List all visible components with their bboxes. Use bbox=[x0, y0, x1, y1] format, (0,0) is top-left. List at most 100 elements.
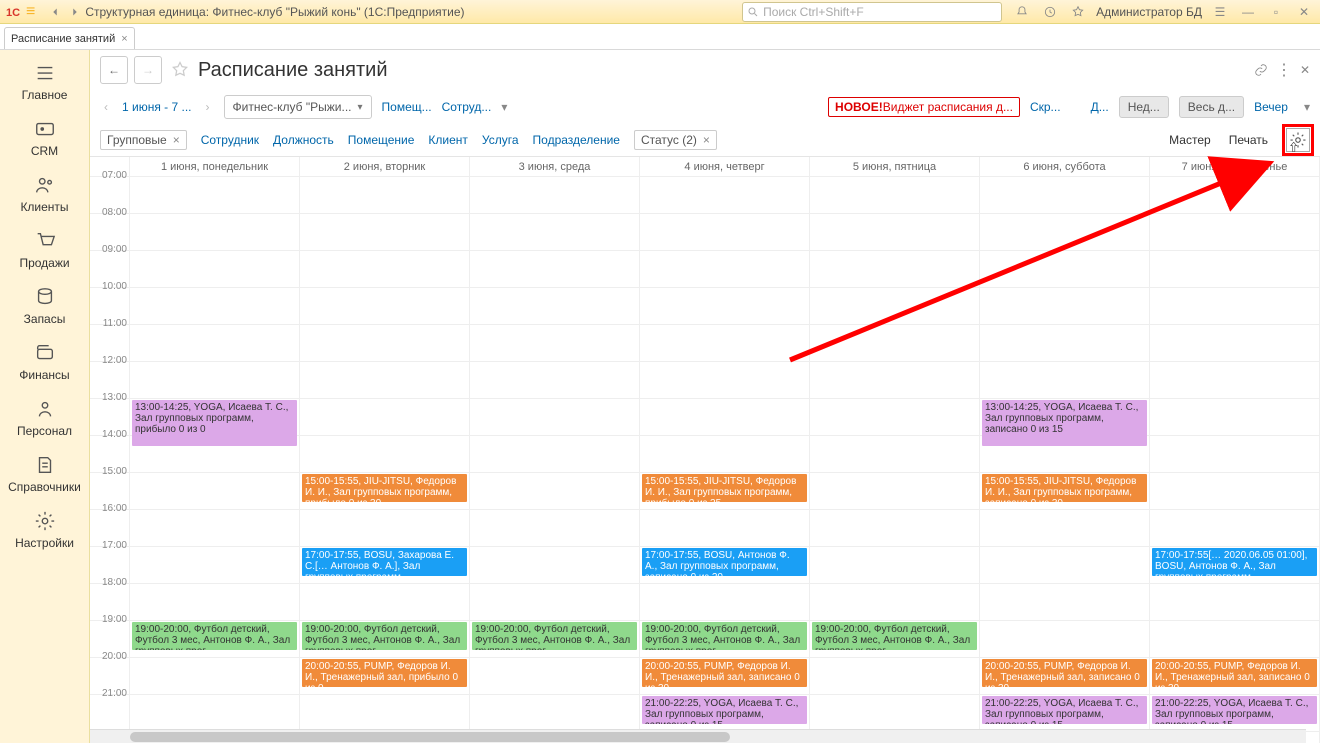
hour-cell[interactable] bbox=[300, 325, 469, 362]
calendar-event[interactable]: 15:00-15:55, JIU-JITSU, Федоров И. И., З… bbox=[642, 474, 807, 502]
hour-cell[interactable] bbox=[300, 584, 469, 621]
filter-link-5[interactable]: Подразделение bbox=[533, 133, 620, 147]
global-search-input[interactable]: Поиск Ctrl+Shift+F bbox=[742, 2, 1002, 22]
club-select[interactable]: Фитнес-клуб "Рыжи... bbox=[224, 95, 372, 119]
hour-cell[interactable] bbox=[810, 473, 979, 510]
date-range-link[interactable]: 1 июня - 7 ... bbox=[122, 100, 192, 114]
hour-cell[interactable] bbox=[300, 177, 469, 214]
hour-cell[interactable] bbox=[980, 325, 1149, 362]
hour-cell[interactable] bbox=[980, 547, 1149, 584]
sidebar-item-main[interactable]: Главное bbox=[0, 56, 89, 112]
hour-cell[interactable] bbox=[810, 177, 979, 214]
back-icon[interactable] bbox=[45, 2, 65, 22]
hour-cell[interactable] bbox=[810, 288, 979, 325]
hour-cell[interactable] bbox=[980, 510, 1149, 547]
hour-cell[interactable] bbox=[810, 584, 979, 621]
calendar-event[interactable]: 20:00-20:55, PUMP, Федоров И. И., Тренаж… bbox=[982, 659, 1147, 687]
master-link[interactable]: Мастер bbox=[1169, 133, 1211, 147]
sidebar-item-refs[interactable]: Справочники bbox=[0, 448, 89, 504]
hour-cell[interactable] bbox=[810, 399, 979, 436]
hour-cell[interactable] bbox=[1150, 584, 1319, 621]
calendar-event[interactable]: 19:00-20:00, Футбол детский, Футбол 3 ме… bbox=[302, 622, 467, 650]
date-next-icon[interactable]: › bbox=[202, 100, 214, 114]
calendar-event[interactable]: 15:00-15:55, JIU-JITSU, Федоров И. И., З… bbox=[302, 474, 467, 502]
hide-link[interactable]: Скр... bbox=[1030, 100, 1061, 114]
sidebar-item-clients[interactable]: Клиенты bbox=[0, 168, 89, 224]
week-button[interactable]: Нед... bbox=[1119, 96, 1169, 118]
calendar-event[interactable]: 20:00-20:55, PUMP, Федоров И. И., Тренаж… bbox=[302, 659, 467, 687]
hour-cell[interactable] bbox=[640, 214, 809, 251]
hour-cell[interactable] bbox=[810, 214, 979, 251]
hour-cell[interactable] bbox=[470, 547, 639, 584]
hour-cell[interactable] bbox=[640, 510, 809, 547]
hour-cell[interactable] bbox=[300, 695, 469, 732]
calendar-event[interactable]: 20:00-20:55, PUMP, Федоров И. И., Тренаж… bbox=[642, 659, 807, 687]
sidebar-item-settings[interactable]: Настройки bbox=[0, 504, 89, 560]
new-widget-badge[interactable]: НОВОЕ! Виджет расписания д... bbox=[828, 97, 1020, 117]
hour-cell[interactable] bbox=[300, 510, 469, 547]
hour-cell[interactable] bbox=[980, 177, 1149, 214]
hour-cell[interactable] bbox=[1150, 214, 1319, 251]
nav-forward-button[interactable]: → bbox=[134, 56, 162, 84]
hour-cell[interactable] bbox=[980, 621, 1149, 658]
sidebar-item-finance[interactable]: Финансы bbox=[0, 336, 89, 392]
user-label[interactable]: Администратор БД bbox=[1096, 5, 1202, 19]
hour-cell[interactable] bbox=[810, 510, 979, 547]
hour-cell[interactable] bbox=[980, 584, 1149, 621]
hour-cell[interactable] bbox=[640, 288, 809, 325]
hour-cell[interactable] bbox=[470, 288, 639, 325]
hour-cell[interactable] bbox=[810, 251, 979, 288]
hour-cell[interactable] bbox=[470, 584, 639, 621]
filter-link-0[interactable]: Сотрудник bbox=[201, 133, 259, 147]
hour-cell[interactable] bbox=[1150, 399, 1319, 436]
hour-cell[interactable] bbox=[640, 584, 809, 621]
star-icon[interactable] bbox=[1068, 2, 1088, 22]
filter-group-remove-icon[interactable]: × bbox=[173, 133, 180, 147]
hour-cell[interactable] bbox=[300, 251, 469, 288]
calendar-event[interactable]: 17:00-17:55, BOSU, Антонов Ф. А., Зал гр… bbox=[642, 548, 807, 576]
hour-cell[interactable] bbox=[130, 251, 299, 288]
hour-cell[interactable] bbox=[130, 325, 299, 362]
filter-link-3[interactable]: Клиент bbox=[428, 133, 468, 147]
calendar-event[interactable]: 17:00-17:55[… 2020.06.05 01:00], BOSU, А… bbox=[1152, 548, 1317, 576]
horizontal-scrollbar[interactable] bbox=[90, 729, 1306, 743]
hour-cell[interactable] bbox=[470, 362, 639, 399]
hour-cell[interactable] bbox=[810, 695, 979, 732]
hour-cell[interactable] bbox=[300, 399, 469, 436]
staff-link[interactable]: Сотруд... bbox=[442, 100, 492, 114]
filter-status-remove-icon[interactable]: × bbox=[703, 133, 710, 147]
close-page-icon[interactable]: ✕ bbox=[1300, 63, 1310, 77]
allday-button[interactable]: Весь д... bbox=[1179, 96, 1244, 118]
hour-cell[interactable] bbox=[470, 695, 639, 732]
hour-cell[interactable] bbox=[1150, 362, 1319, 399]
hour-cell[interactable] bbox=[130, 695, 299, 732]
date-prev-icon[interactable]: ‹ bbox=[100, 100, 112, 114]
sidebar-item-stock[interactable]: Запасы bbox=[0, 280, 89, 336]
print-link[interactable]: Печать bbox=[1229, 133, 1268, 147]
hour-cell[interactable] bbox=[470, 399, 639, 436]
hour-cell[interactable] bbox=[1150, 288, 1319, 325]
hour-cell[interactable] bbox=[130, 362, 299, 399]
hour-cell[interactable] bbox=[470, 177, 639, 214]
hour-cell[interactable] bbox=[810, 325, 979, 362]
calendar-event[interactable]: 19:00-20:00, Футбол детский, Футбол 3 ме… bbox=[642, 622, 807, 650]
hour-cell[interactable] bbox=[1150, 325, 1319, 362]
hour-cell[interactable] bbox=[640, 436, 809, 473]
hour-cell[interactable] bbox=[810, 658, 979, 695]
hour-cell[interactable] bbox=[470, 325, 639, 362]
hour-cell[interactable] bbox=[640, 251, 809, 288]
hour-cell[interactable] bbox=[640, 399, 809, 436]
day-link[interactable]: Д... bbox=[1091, 100, 1109, 114]
hour-cell[interactable] bbox=[640, 362, 809, 399]
hour-cell[interactable] bbox=[640, 177, 809, 214]
hour-cell[interactable] bbox=[130, 584, 299, 621]
hour-cell[interactable] bbox=[130, 510, 299, 547]
hour-cell[interactable] bbox=[1150, 177, 1319, 214]
hour-cell[interactable] bbox=[980, 214, 1149, 251]
room-link[interactable]: Помещ... bbox=[382, 100, 432, 114]
tab-schedule[interactable]: Расписание занятий × bbox=[4, 27, 135, 49]
calendar-event[interactable]: 17:00-17:55, BOSU, Захарова Е. С.[… Анто… bbox=[302, 548, 467, 576]
bell-icon[interactable] bbox=[1012, 2, 1032, 22]
hour-cell[interactable] bbox=[300, 362, 469, 399]
hour-cell[interactable] bbox=[810, 436, 979, 473]
